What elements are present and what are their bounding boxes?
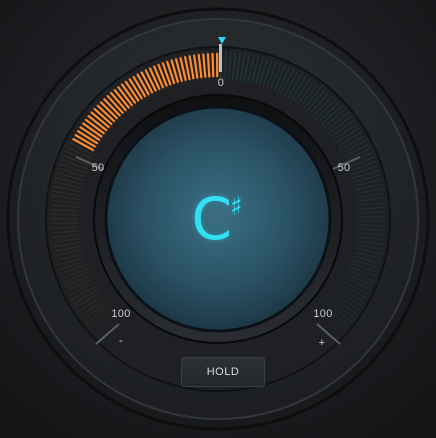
scale-label-left-100: 100 [111, 308, 131, 320]
meter-tick [50, 222, 79, 225]
scale-label-right-100: 100 [313, 308, 333, 320]
scale-label-left-50: 50 [91, 162, 105, 174]
meter-active-tick [211, 53, 215, 78]
flat-sign: - [119, 335, 123, 347]
sharp-sign: + [318, 337, 326, 349]
hold-button[interactable]: HOLD [181, 357, 265, 387]
scale-label-zero: 0 [217, 77, 225, 89]
scale-label-right-50: 50 [337, 162, 351, 174]
note-letter: C [191, 185, 232, 253]
meter-tick [50, 213, 79, 216]
detected-note: C♯ [191, 190, 244, 248]
meter-active-tick [206, 53, 211, 78]
center-marker [219, 44, 222, 72]
tuner-plugin: 0 50 50 100 100 - + C♯ HOLD [0, 0, 436, 438]
note-accidental: ♯ [229, 192, 243, 222]
